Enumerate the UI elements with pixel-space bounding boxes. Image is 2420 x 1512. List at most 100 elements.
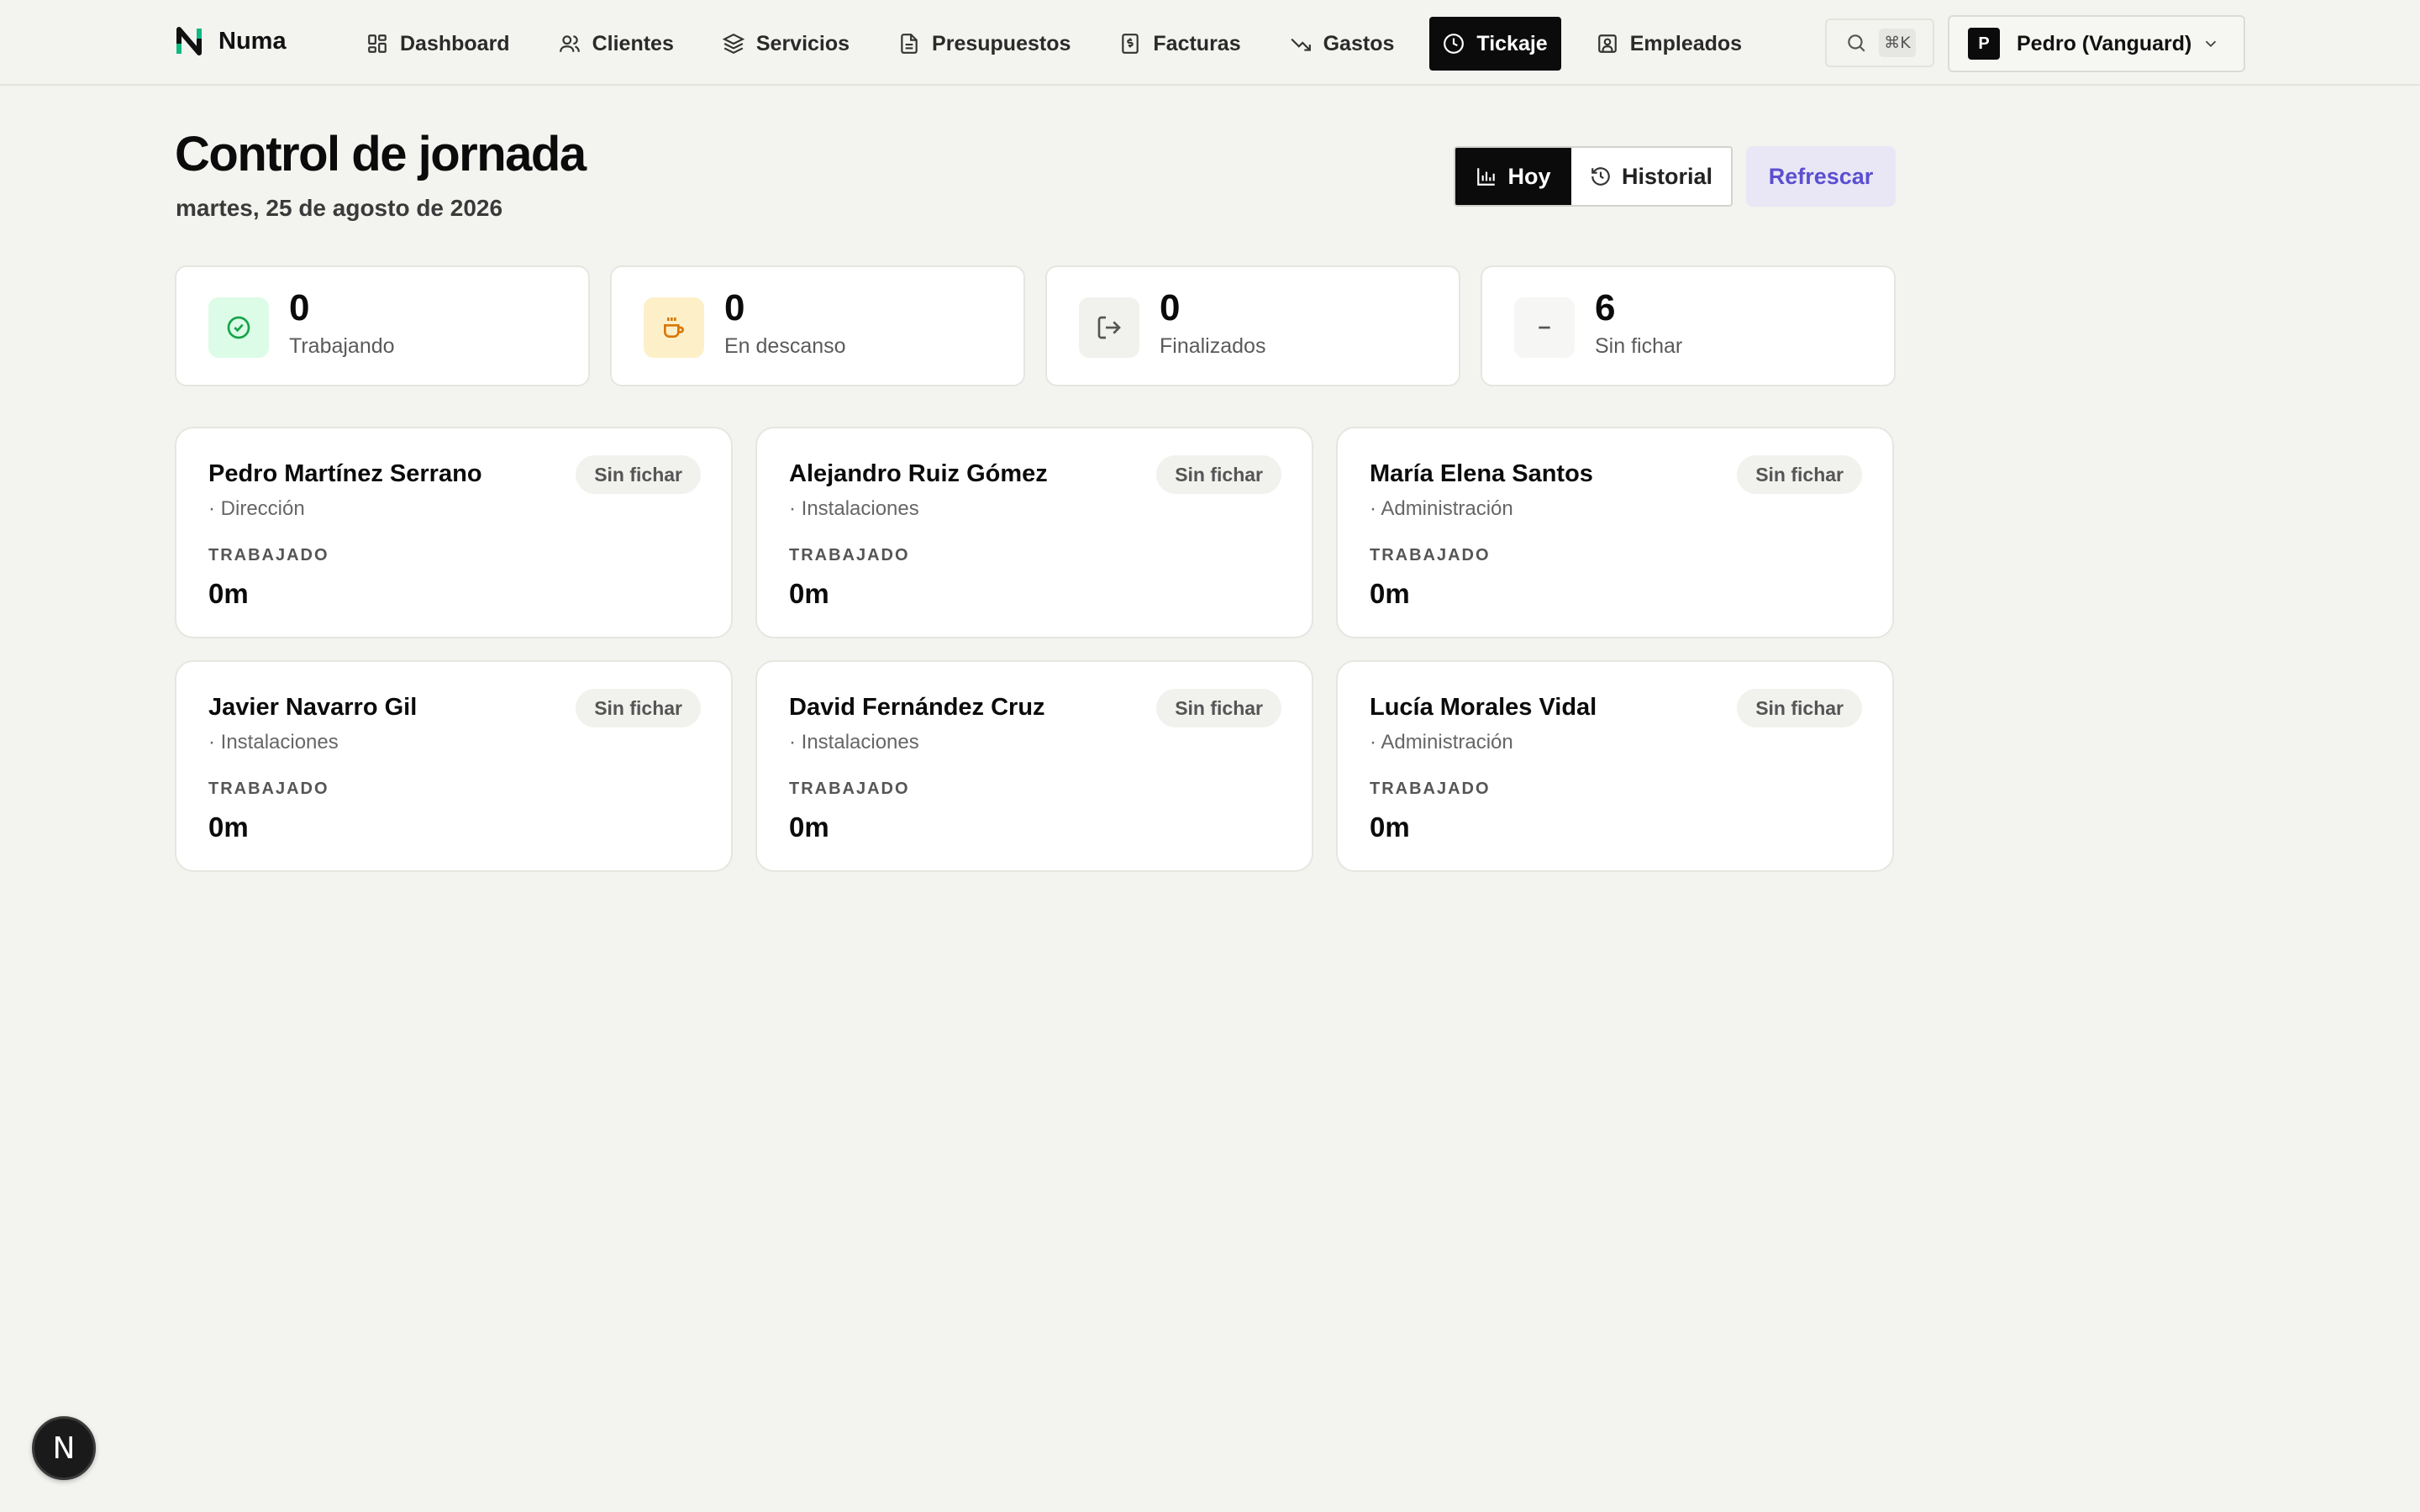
status-badge: Sin fichar [1737, 455, 1862, 494]
view-toggle: Hoy Historial [1454, 146, 1733, 207]
clock-icon [1444, 34, 1465, 54]
stat-value: 6 [1595, 287, 1616, 328]
status-badge: Sin fichar [1737, 689, 1862, 727]
employee-name: Lucía Morales Vidal [1370, 694, 1597, 721]
worked-label: TRABAJADO [789, 780, 910, 798]
nav-item-empleados[interactable]: Empleados [1583, 17, 1755, 71]
main-nav: Dashboard Clientes Servicios Presupuesto… [353, 17, 1777, 71]
status-badge: Sin fichar [576, 689, 701, 727]
document-icon [901, 34, 918, 54]
nav-item-label: Servicios [755, 31, 850, 55]
employee-name: María Elena Santos [1370, 460, 1593, 487]
dev-badge-letter: N [52, 1431, 76, 1466]
nav-item-label: Clientes [592, 31, 674, 55]
chevron-down-icon [2205, 40, 2217, 48]
employee-department: · Instalaciones [208, 731, 339, 753]
dev-tools-button[interactable]: N [32, 1416, 96, 1480]
layers-icon [722, 33, 744, 55]
check-circle-icon [227, 316, 250, 339]
stat-value: 0 [1160, 287, 1181, 328]
worked-label: TRABAJADO [1370, 546, 1491, 564]
nav-item-label: Tickaje [1476, 31, 1548, 55]
nav-item-tickaje[interactable]: Tickaje [1429, 17, 1561, 71]
stat-card-trabajando: 0 Trabajando [175, 265, 590, 386]
worked-label: TRABAJADO [208, 546, 329, 564]
stat-icon-box [1079, 297, 1139, 358]
status-badge: Sin fichar [1156, 689, 1281, 727]
bar-chart-icon [1477, 168, 1496, 186]
employee-card[interactable]: Lucía Morales Vidal · Administración Sin… [1336, 660, 1894, 872]
employee-card[interactable]: Javier Navarro Gil · Instalaciones Sin f… [175, 660, 733, 872]
employee-department: · Instalaciones [789, 497, 919, 520]
worked-value: 0m [1370, 578, 1410, 609]
page-date: martes, 25 de agosto de 2026 [176, 195, 503, 221]
stat-label: En descanso [724, 334, 846, 358]
brand[interactable]: Numa [176, 27, 287, 55]
worked-label: TRABAJADO [1370, 780, 1491, 798]
nav-item-label: Presupuestos [932, 31, 1071, 55]
nav-item-dashboard[interactable]: Dashboard [353, 17, 523, 71]
worked-value: 0m [1370, 811, 1410, 843]
tab-hoy[interactable]: Hoy [1455, 148, 1571, 205]
id-badge-icon [1597, 34, 1617, 53]
stat-label: Sin fichar [1595, 334, 1683, 358]
tab-historial[interactable]: Historial [1571, 148, 1731, 205]
stat-icon-box [1514, 297, 1575, 358]
search-button[interactable]: ⌘K [1825, 18, 1934, 67]
worked-value: 0m [789, 578, 829, 609]
stat-label: Finalizados [1160, 334, 1266, 358]
employee-card[interactable]: David Fernández Cruz · Instalaciones Sin… [755, 660, 1313, 872]
employee-name: Javier Navarro Gil [208, 694, 418, 721]
account-switcher[interactable]: P Pedro (Vanguard) [1948, 15, 2245, 72]
nav-item-clientes[interactable]: Clientes [545, 17, 687, 71]
status-badge: Sin fichar [1156, 455, 1281, 494]
nav-item-gastos[interactable]: Gastos [1276, 17, 1408, 71]
search-shortcut: ⌘K [1879, 29, 1916, 57]
nav-item-servicios[interactable]: Servicios [709, 17, 863, 71]
employee-card[interactable]: Alejandro Ruiz Gómez · Instalaciones Sin… [755, 427, 1313, 638]
employee-department: · Instalaciones [789, 731, 919, 753]
employee-name: David Fernández Cruz [789, 694, 1045, 721]
stat-value: 0 [289, 287, 310, 328]
history-icon [1591, 167, 1610, 186]
stat-icon-box [644, 297, 704, 358]
search-icon [1848, 34, 1865, 52]
coffee-icon [664, 318, 684, 338]
grid-icon [368, 34, 387, 53]
stat-card-finalizados: 0 Finalizados [1045, 265, 1460, 386]
page-title: Control de jornada [175, 127, 587, 181]
worked-value: 0m [789, 811, 829, 843]
tab-hoy-label: Hoy [1507, 163, 1551, 189]
avatar: P [1968, 28, 2000, 60]
top-navbar: Numa Dashboard Clientes Servicios Presup… [0, 0, 2420, 86]
stat-icon-box [208, 297, 269, 358]
employee-name: Pedro Martínez Serrano [208, 460, 482, 487]
stat-card-sin-fichar: 6 Sin fichar [1481, 265, 1896, 386]
stat-card-en-descanso: 0 En descanso [610, 265, 1025, 386]
employee-card[interactable]: María Elena Santos · Administración Sin … [1336, 427, 1894, 638]
stat-label: Trabajando [289, 334, 395, 358]
employee-name: Alejandro Ruiz Gómez [789, 460, 1048, 487]
log-out-icon [1097, 316, 1121, 339]
brand-name: Numa [218, 27, 287, 55]
trending-down-icon [1291, 38, 1311, 51]
numa-logo-icon [176, 27, 202, 55]
nav-item-label: Dashboard [400, 31, 510, 55]
invoice-icon [1122, 34, 1139, 54]
refresh-button[interactable]: Refrescar [1746, 146, 1896, 207]
minus-icon [1539, 326, 1550, 329]
nav-item-presupuestos[interactable]: Presupuestos [885, 17, 1084, 71]
worked-value: 0m [208, 578, 249, 609]
worked-label: TRABAJADO [208, 780, 329, 798]
tab-historial-label: Historial [1621, 163, 1713, 189]
nav-item-label: Gastos [1323, 31, 1395, 55]
stat-value: 0 [724, 287, 745, 328]
employee-department: · Administración [1370, 731, 1513, 753]
nav-item-label: Facturas [1153, 31, 1241, 55]
nav-item-facturas[interactable]: Facturas [1106, 17, 1254, 71]
account-name: Pedro (Vanguard) [2017, 31, 2192, 55]
employee-department: · Dirección [208, 497, 305, 520]
status-badge: Sin fichar [576, 455, 701, 494]
worked-label: TRABAJADO [789, 546, 910, 564]
employee-card[interactable]: Pedro Martínez Serrano · Dirección Sin f… [175, 427, 733, 638]
